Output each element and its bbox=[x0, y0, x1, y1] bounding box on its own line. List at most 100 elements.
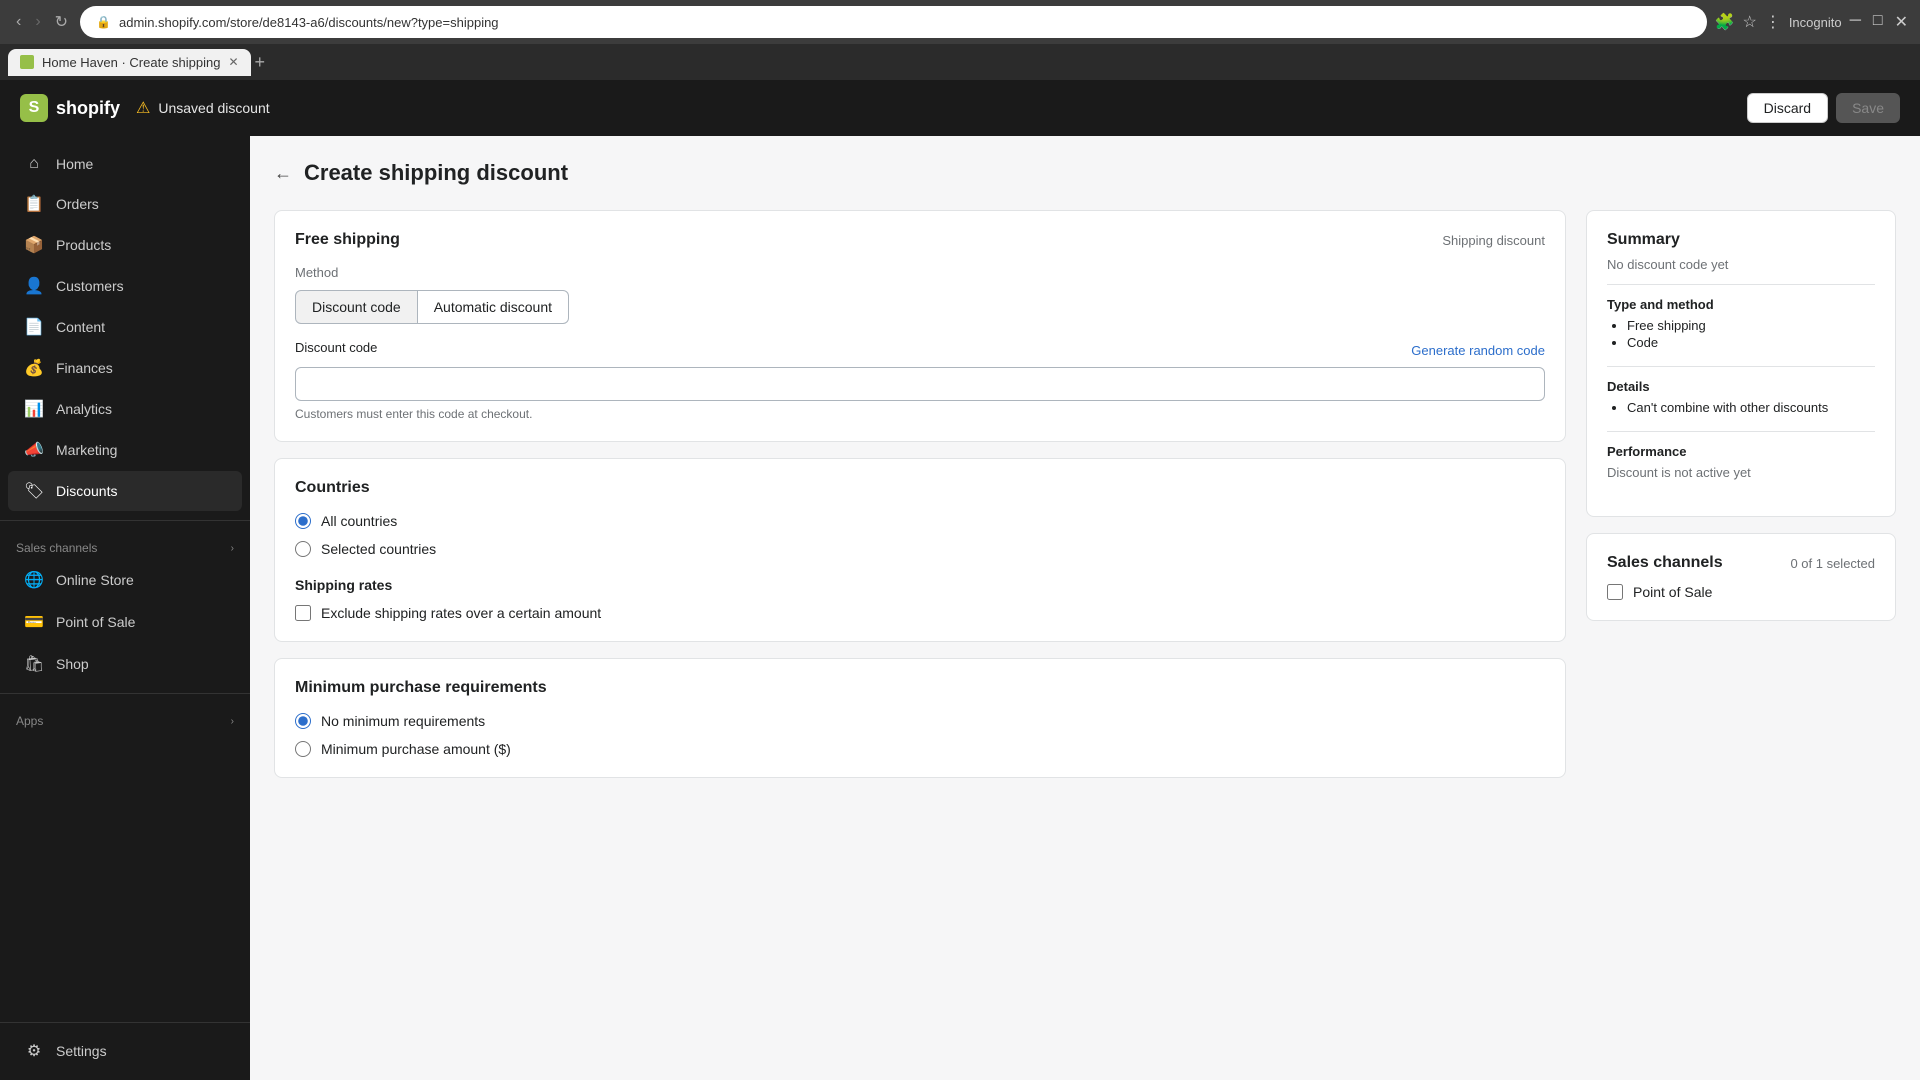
details-section: Details Can't combine with other discoun… bbox=[1607, 379, 1875, 415]
nav-forward-btn[interactable]: › bbox=[31, 9, 44, 35]
logo-text: shopify bbox=[56, 98, 120, 119]
analytics-icon: 📊 bbox=[24, 399, 44, 419]
pos-channel-item[interactable]: Point of Sale bbox=[1607, 584, 1875, 600]
tab-close-btn[interactable]: ✕ bbox=[228, 55, 238, 69]
generate-random-code-link[interactable]: Generate random code bbox=[1411, 343, 1545, 358]
header-center: ⚠ Unsaved discount bbox=[136, 98, 1731, 118]
minimum-amount-radio[interactable] bbox=[295, 741, 311, 757]
pos-channel-checkbox[interactable] bbox=[1607, 584, 1623, 600]
exclude-shipping-rates-option[interactable]: Exclude shipping rates over a certain am… bbox=[295, 605, 1545, 621]
sidebar-label-home: Home bbox=[56, 156, 93, 172]
nav-back-btn[interactable]: ‹ bbox=[12, 9, 25, 35]
sidebar-label-discounts: Discounts bbox=[56, 483, 117, 499]
no-minimum-label: No minimum requirements bbox=[321, 713, 485, 729]
new-tab-btn[interactable]: + bbox=[255, 52, 266, 73]
exclude-shipping-rates-checkbox[interactable] bbox=[295, 605, 311, 621]
browser-menu-icon[interactable]: ⋮ bbox=[1765, 12, 1781, 32]
no-minimum-option[interactable]: No minimum requirements bbox=[295, 713, 1545, 729]
bookmark-icon[interactable]: ☆ bbox=[1742, 12, 1756, 32]
customers-icon: 👤 bbox=[24, 276, 44, 296]
sidebar-label-products: Products bbox=[56, 237, 111, 253]
finances-icon: 💰 bbox=[24, 358, 44, 378]
maximize-btn[interactable]: □ bbox=[1873, 12, 1883, 32]
sidebar-item-finances[interactable]: 💰 Finances bbox=[8, 348, 242, 388]
discount-code-input[interactable] bbox=[295, 367, 1545, 401]
sidebar-item-shop[interactable]: 🛍 Shop bbox=[8, 644, 242, 684]
sidebar-item-content[interactable]: 📄 Content bbox=[8, 307, 242, 347]
sidebar-item-point-of-sale[interactable]: 💳 Point of Sale bbox=[8, 602, 242, 642]
url-display: admin.shopify.com/store/de8143-a6/discou… bbox=[119, 15, 499, 30]
sidebar-label-orders: Orders bbox=[56, 196, 99, 212]
discard-button[interactable]: Discard bbox=[1747, 93, 1828, 123]
app-layout: ⌂ Home 📋 Orders 📦 Products 👤 Customers 📄… bbox=[0, 136, 1920, 1080]
countries-card: Countries All countries Selected countri… bbox=[274, 458, 1566, 642]
unsaved-notice: ⚠ Unsaved discount bbox=[136, 98, 270, 118]
selected-countries-option[interactable]: Selected countries bbox=[295, 541, 1545, 557]
sales-channels-card-title: Sales channels bbox=[1607, 554, 1723, 572]
exclude-shipping-rates-label: Exclude shipping rates over a certain am… bbox=[321, 605, 601, 621]
browser-tab-active[interactable]: Home Haven · Create shipping ✕ bbox=[8, 49, 251, 76]
pos-icon: 💳 bbox=[24, 612, 44, 632]
save-button[interactable]: Save bbox=[1836, 93, 1900, 123]
summary-card: Summary No discount code yet Type and me… bbox=[1586, 210, 1896, 517]
browser-chrome: ‹ › ↻ 🔒 admin.shopify.com/store/de8143-a… bbox=[0, 0, 1920, 44]
performance-section: Performance Discount is not active yet bbox=[1607, 444, 1875, 480]
sidebar-item-online-store[interactable]: 🌐 Online Store bbox=[8, 560, 242, 600]
sidebar-item-settings[interactable]: ⚙ Settings bbox=[8, 1031, 242, 1071]
sidebar-item-orders[interactable]: 📋 Orders bbox=[8, 184, 242, 224]
apps-label: Apps bbox=[16, 714, 43, 728]
method-section-label: Method bbox=[295, 265, 1545, 280]
all-countries-radio[interactable] bbox=[295, 513, 311, 529]
performance-text: Discount is not active yet bbox=[1607, 465, 1875, 480]
sidebar-item-marketing[interactable]: 📣 Marketing bbox=[8, 430, 242, 470]
all-countries-label: All countries bbox=[321, 513, 397, 529]
free-shipping-card: Free shipping Shipping discount Method D… bbox=[274, 210, 1566, 442]
extensions-icon[interactable]: 🧩 bbox=[1715, 12, 1735, 32]
automatic-discount-method-btn[interactable]: Automatic discount bbox=[418, 290, 569, 324]
back-button[interactable]: ← bbox=[274, 163, 292, 184]
header-actions: Discard Save bbox=[1747, 93, 1900, 123]
minimum-purchase-title: Minimum purchase requirements bbox=[295, 679, 1545, 697]
address-bar[interactable]: 🔒 admin.shopify.com/store/de8143-a6/disc… bbox=[80, 6, 1706, 38]
tab-title: Home Haven · Create shipping bbox=[42, 55, 220, 70]
unsaved-label: Unsaved discount bbox=[158, 100, 269, 116]
main-column: Free shipping Shipping discount Method D… bbox=[274, 210, 1566, 778]
countries-radio-group: All countries Selected countries bbox=[295, 513, 1545, 557]
type-method-item-2: Code bbox=[1627, 335, 1875, 350]
selected-countries-label: Selected countries bbox=[321, 541, 436, 557]
shop-icon: 🛍 bbox=[24, 654, 44, 674]
discount-code-method-btn[interactable]: Discount code bbox=[295, 290, 418, 324]
minimum-amount-option[interactable]: Minimum purchase amount ($) bbox=[295, 741, 1545, 757]
no-minimum-radio[interactable] bbox=[295, 713, 311, 729]
sidebar-label-pos: Point of Sale bbox=[56, 614, 135, 630]
summary-title: Summary bbox=[1607, 231, 1875, 249]
sidebar-divider-2 bbox=[0, 693, 250, 694]
sales-channels-chevron[interactable]: › bbox=[231, 543, 234, 554]
sidebar-divider-3 bbox=[0, 1022, 250, 1023]
content-icon: 📄 bbox=[24, 317, 44, 337]
sidebar-nav-items: ⌂ Home 📋 Orders 📦 Products 👤 Customers 📄… bbox=[0, 144, 250, 512]
apps-section: Apps › bbox=[0, 702, 250, 732]
page-header: ← Create shipping discount bbox=[274, 160, 1896, 186]
type-method-item-1: Free shipping bbox=[1627, 318, 1875, 333]
close-btn[interactable]: ✕ bbox=[1895, 12, 1908, 32]
free-shipping-card-header: Free shipping Shipping discount bbox=[295, 231, 1545, 249]
warning-icon: ⚠ bbox=[136, 98, 150, 118]
sidebar-item-customers[interactable]: 👤 Customers bbox=[8, 266, 242, 306]
home-icon: ⌂ bbox=[24, 155, 44, 173]
browser-tab-bar: Home Haven · Create shipping ✕ + bbox=[0, 44, 1920, 80]
discount-code-hint: Customers must enter this code at checko… bbox=[295, 407, 1545, 421]
sidebar-label-marketing: Marketing bbox=[56, 442, 117, 458]
sidebar-item-analytics[interactable]: 📊 Analytics bbox=[8, 389, 242, 429]
selected-countries-radio[interactable] bbox=[295, 541, 311, 557]
minimize-btn[interactable]: ─ bbox=[1850, 12, 1861, 32]
sidebar-item-home[interactable]: ⌂ Home bbox=[8, 145, 242, 183]
sidebar-item-products[interactable]: 📦 Products bbox=[8, 225, 242, 265]
refresh-btn[interactable]: ↻ bbox=[51, 8, 72, 36]
shopify-logo: S shopify bbox=[20, 94, 120, 122]
all-countries-option[interactable]: All countries bbox=[295, 513, 1545, 529]
apps-chevron[interactable]: › bbox=[231, 716, 234, 727]
sidebar-item-discounts[interactable]: 🏷 Discounts bbox=[8, 471, 242, 511]
sidebar-label-online-store: Online Store bbox=[56, 572, 134, 588]
sidebar-bottom: ⚙ Settings bbox=[0, 1014, 250, 1072]
